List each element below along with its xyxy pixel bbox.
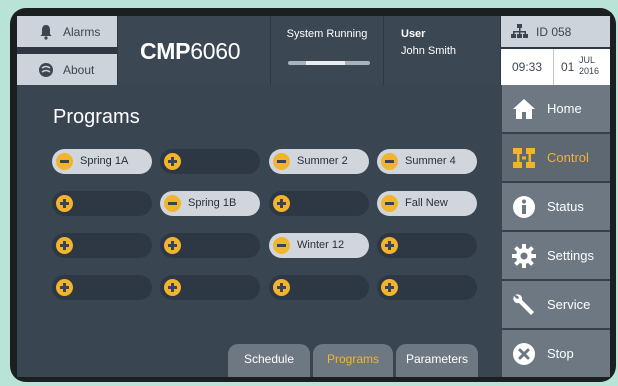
program-slot-3[interactable]: Summer 2: [269, 149, 369, 174]
page-title: Programs: [53, 106, 140, 128]
stop-icon: [513, 343, 535, 365]
side-nav: Home Control Status Settings Service Sto…: [502, 85, 610, 377]
program-slot-11[interactable]: Winter 12: [269, 233, 369, 258]
nav-status[interactable]: Status: [502, 183, 610, 230]
clock-panel[interactable]: 09:33 01 JUL 2016: [501, 49, 610, 85]
add-icon[interactable]: [56, 237, 73, 254]
add-icon[interactable]: [273, 279, 290, 296]
add-icon[interactable]: [164, 237, 181, 254]
program-slot-5[interactable]: [52, 191, 152, 216]
program-slot-8[interactable]: Fall New: [377, 191, 477, 216]
add-icon[interactable]: [56, 279, 73, 296]
nav-home-label: Home: [547, 101, 582, 116]
gear-icon: [512, 244, 536, 268]
remove-icon[interactable]: [273, 153, 290, 170]
nav-service-label: Service: [547, 297, 591, 312]
system-status-label: System Running: [286, 28, 368, 40]
device-id-badge: ID 058: [501, 16, 610, 47]
add-icon[interactable]: [56, 195, 73, 212]
program-label: Summer 2: [297, 155, 348, 167]
program-slot-12[interactable]: [377, 233, 477, 258]
add-icon[interactable]: [381, 237, 398, 254]
alarms-label: Alarms: [63, 25, 101, 39]
brand-model: 6060: [190, 38, 241, 64]
program-slot-6[interactable]: Spring 1B: [160, 191, 260, 216]
tab-programs[interactable]: Programs: [313, 344, 393, 377]
add-icon[interactable]: [381, 279, 398, 296]
top-bar: Alarms About CMP6060 System Running User…: [17, 16, 610, 85]
program-slot-1[interactable]: Spring 1A: [52, 149, 152, 174]
program-slot-13[interactable]: [52, 275, 152, 300]
activity-indicator: [288, 61, 370, 65]
tab-schedule[interactable]: Schedule: [228, 344, 310, 377]
program-slot-4[interactable]: Summer 4: [377, 149, 477, 174]
device-id: ID 058: [536, 25, 572, 39]
alarms-button[interactable]: Alarms: [17, 16, 117, 47]
clock-year: 2016: [579, 66, 600, 76]
about-button[interactable]: About: [17, 54, 117, 85]
user-name: John Smith: [401, 45, 457, 57]
remove-icon[interactable]: [164, 195, 181, 212]
nav-home[interactable]: Home: [502, 85, 610, 132]
clock-day: 01: [561, 60, 575, 74]
program-slot-2[interactable]: [160, 149, 260, 174]
tab-parameters[interactable]: Parameters: [396, 344, 478, 377]
nav-control-label: Control: [547, 150, 589, 165]
add-icon[interactable]: [164, 153, 181, 170]
program-slot-7[interactable]: [269, 191, 369, 216]
home-icon: [513, 99, 535, 119]
bell-icon: [40, 25, 52, 40]
program-slot-10[interactable]: [160, 233, 260, 258]
program-label: Spring 1B: [188, 197, 237, 209]
add-icon[interactable]: [273, 195, 290, 212]
network-icon: [511, 24, 528, 38]
clock-month: JUL: [579, 55, 596, 65]
program-label: Fall New: [405, 197, 448, 209]
nav-service[interactable]: Service: [502, 281, 610, 328]
remove-icon[interactable]: [381, 195, 398, 212]
program-slot-15[interactable]: [269, 275, 369, 300]
user-heading: User: [401, 28, 426, 40]
hmi-screen: Alarms About CMP6060 System Running User…: [17, 16, 610, 377]
nav-control[interactable]: Control: [502, 134, 610, 181]
control-icon: [513, 148, 535, 168]
nav-settings-label: Settings: [547, 248, 594, 263]
program-slot-16[interactable]: [377, 275, 477, 300]
wrench-icon: [513, 294, 534, 315]
nav-settings[interactable]: Settings: [502, 232, 610, 279]
program-label: Spring 1A: [80, 155, 129, 167]
clock-time: 09:33: [501, 49, 554, 85]
about-icon: [39, 63, 53, 77]
product-logo: CMP6060: [118, 16, 270, 85]
user-panel[interactable]: User John Smith: [384, 16, 500, 85]
brand-bold: CMP: [140, 38, 191, 64]
remove-icon[interactable]: [273, 237, 290, 254]
remove-icon[interactable]: [56, 153, 73, 170]
nav-status-label: Status: [547, 199, 584, 214]
program-label: Summer 4: [405, 155, 456, 167]
program-slot-9[interactable]: [52, 233, 152, 258]
nav-stop-label: Stop: [547, 346, 574, 361]
info-icon: [513, 196, 535, 218]
nav-stop[interactable]: Stop: [502, 330, 610, 377]
about-label: About: [63, 63, 95, 77]
system-status: System Running: [271, 16, 383, 85]
program-slot-14[interactable]: [160, 275, 260, 300]
remove-icon[interactable]: [381, 153, 398, 170]
program-label: Winter 12: [297, 239, 345, 251]
add-icon[interactable]: [164, 279, 181, 296]
